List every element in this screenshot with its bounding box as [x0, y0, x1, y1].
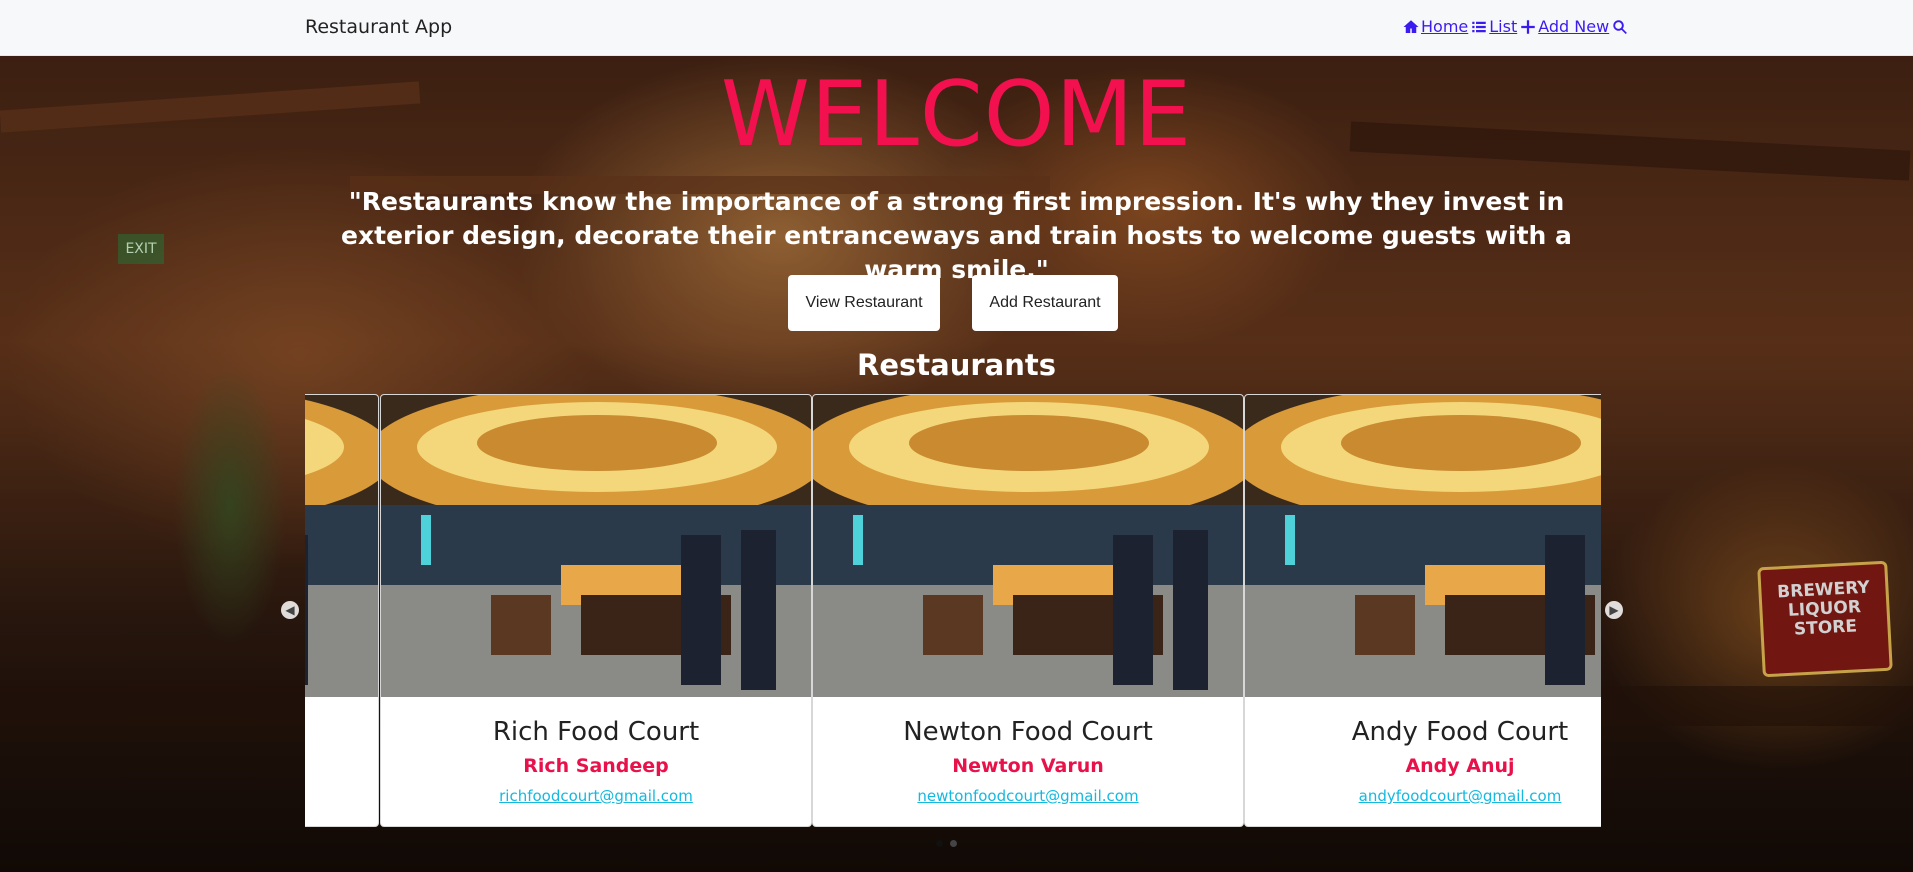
section-title: Restaurants — [857, 348, 1056, 382]
restaurant-name: Rich Food Court — [492, 717, 700, 747]
restaurant-photo — [1245, 395, 1601, 697]
restaurant-card-partial — [305, 394, 379, 827]
chevron-right-icon: ▶ — [1609, 603, 1619, 617]
view-restaurant-button[interactable]: View Restaurant — [788, 275, 940, 331]
restaurant-card: Rich Food Court Rich Sandeep richfoodcou… — [380, 394, 812, 827]
carousel-dot[interactable] — [936, 840, 943, 847]
restaurant-owner: Rich Sandeep — [523, 755, 669, 777]
restaurant-carousel: Rich Food Court Rich Sandeep richfoodcou… — [305, 394, 1601, 827]
carousel-dot[interactable] — [950, 840, 957, 847]
restaurant-owner: Newton Varun — [952, 755, 1104, 777]
restaurant-email-link[interactable]: richfoodcourt@gmail.com — [499, 787, 693, 805]
restaurant-card: Newton Food Court Newton Varun newtonfoo… — [812, 394, 1244, 827]
restaurant-email-link[interactable]: newtonfoodcourt@gmail.com — [917, 787, 1138, 805]
home-icon — [1403, 19, 1419, 33]
list-icon — [1472, 21, 1486, 32]
add-restaurant-button[interactable]: Add Restaurant — [972, 275, 1118, 331]
nav-link-list[interactable]: List — [1470, 17, 1517, 36]
carousel-prev-button[interactable]: ◀ — [281, 601, 299, 619]
restaurant-card: Andy Food Court Andy Anuj andyfoodcourt@… — [1244, 394, 1601, 827]
restaurant-photo — [381, 395, 811, 697]
hero-quote: "Restaurants know the importance of a st… — [341, 187, 1572, 284]
restaurant-photo — [305, 395, 378, 697]
nav-link-list-label: List — [1489, 17, 1518, 36]
plus-icon — [1521, 19, 1535, 34]
restaurant-image — [813, 395, 1243, 697]
restaurant-image — [381, 395, 811, 697]
nav-link-search[interactable] — [1611, 18, 1629, 36]
restaurant-owner: Andy Anuj — [1405, 755, 1515, 777]
restaurant-image — [1245, 395, 1601, 697]
nav-link-add-new[interactable]: Add New — [1519, 17, 1609, 36]
restaurant-name: Newton Food Court — [903, 717, 1153, 747]
restaurant-email-link[interactable]: andyfoodcourt@gmail.com — [1359, 787, 1562, 805]
nav-link-home-label: Home — [1421, 17, 1469, 36]
search-icon — [1613, 19, 1628, 34]
navbar: Restaurant App Home List Add New — [0, 0, 1913, 56]
restaurant-image — [305, 395, 378, 697]
welcome-title: WELCOME — [720, 62, 1193, 167]
card-body: Rich Food Court Rich Sandeep richfoodcou… — [381, 697, 811, 826]
card-body: Andy Food Court Andy Anuj andyfoodcourt@… — [1245, 697, 1601, 826]
restaurant-photo — [813, 395, 1243, 697]
restaurant-name: Andy Food Court — [1351, 717, 1569, 747]
carousel-next-button[interactable]: ▶ — [1605, 601, 1623, 619]
brand-title[interactable]: Restaurant App — [305, 16, 452, 38]
nav-links: Home List Add New — [1402, 17, 1629, 36]
nav-link-add-new-label: Add New — [1538, 17, 1610, 36]
card-body: Newton Food Court Newton Varun newtonfoo… — [813, 697, 1243, 826]
nav-link-home[interactable]: Home — [1402, 17, 1468, 36]
chevron-left-icon: ◀ — [285, 603, 295, 617]
